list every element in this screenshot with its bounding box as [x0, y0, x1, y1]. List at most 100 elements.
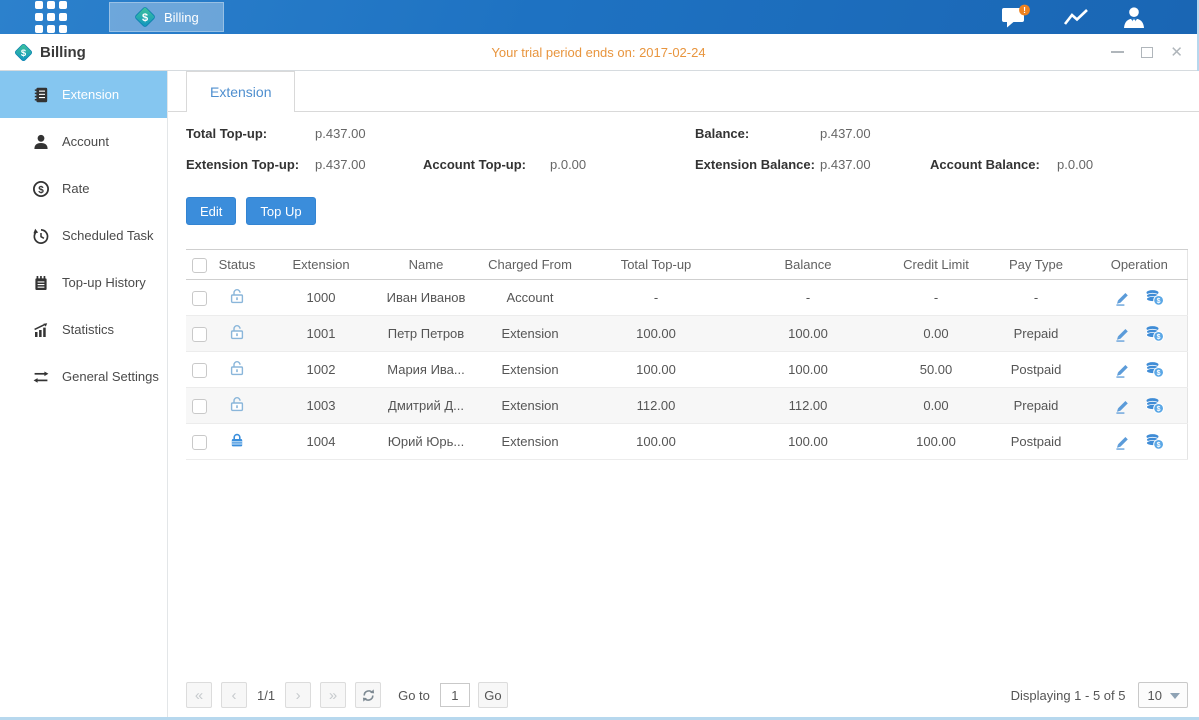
- page-size-select[interactable]: 10: [1138, 682, 1188, 708]
- chat-icon[interactable]: !: [1001, 4, 1031, 30]
- topup-icon[interactable]: $: [1145, 361, 1164, 378]
- lock-open-icon: [229, 396, 245, 412]
- svg-text:$: $: [142, 12, 148, 24]
- goto-label: Go to: [398, 688, 430, 703]
- row-checkbox[interactable]: [192, 399, 207, 414]
- col-charged-from[interactable]: Charged From: [472, 250, 588, 280]
- chart-icon[interactable]: [1063, 6, 1089, 28]
- edit-icon[interactable]: [1114, 325, 1131, 342]
- billing-titlebar-icon: $: [14, 43, 33, 62]
- edit-icon[interactable]: [1114, 289, 1131, 306]
- last-page-button[interactable]: »: [320, 682, 346, 708]
- sidebar-item-label: Account: [62, 134, 109, 149]
- col-pay-type[interactable]: Pay Type: [980, 250, 1092, 280]
- prev-page-button[interactable]: ‹: [221, 682, 247, 708]
- topup-icon[interactable]: $: [1145, 397, 1164, 414]
- cell-extension: 1000: [262, 280, 380, 316]
- next-page-button[interactable]: ›: [285, 682, 311, 708]
- account-balance-label: Account Balance:: [930, 157, 1040, 172]
- cell-extension: 1001: [262, 316, 380, 352]
- sidebar: Extension Account $ Rate Scheduled Task: [0, 71, 168, 717]
- sidebar-item-account[interactable]: Account: [0, 118, 167, 165]
- refresh-button[interactable]: [355, 682, 381, 708]
- maximize-button[interactable]: [1141, 47, 1153, 58]
- edit-button[interactable]: Edit: [186, 197, 236, 225]
- cell-balance: 100.00: [724, 352, 892, 388]
- extension-icon: [32, 86, 50, 104]
- topup-icon[interactable]: $: [1145, 289, 1164, 306]
- tab-strip: Extension: [168, 71, 1199, 112]
- svg-text:$: $: [1157, 442, 1161, 449]
- col-balance[interactable]: Balance: [724, 250, 892, 280]
- balance-summary: Total Top-up: p.437.00 Balance: p.437.00…: [186, 122, 1188, 188]
- app-tab-label: Billing: [164, 10, 199, 25]
- billing-app-tab[interactable]: $ Billing: [109, 2, 224, 32]
- topup-icon[interactable]: $: [1145, 325, 1164, 342]
- displaying-text: Displaying 1 - 5 of 5: [1011, 688, 1126, 703]
- cell-balance: -: [724, 280, 892, 316]
- row-checkbox[interactable]: [192, 291, 207, 306]
- svg-text:$: $: [38, 185, 44, 196]
- svg-text:$: $: [1157, 406, 1161, 413]
- sidebar-item-general-settings[interactable]: General Settings: [0, 353, 167, 400]
- sidebar-item-extension[interactable]: Extension: [0, 71, 167, 118]
- sidebar-item-statistics[interactable]: Statistics: [0, 306, 167, 353]
- user-icon[interactable]: [1121, 6, 1147, 28]
- top-app-bar: $ Billing !: [0, 0, 1197, 34]
- sidebar-item-label: Rate: [62, 181, 89, 196]
- refresh-icon: [361, 688, 376, 703]
- goto-page-input[interactable]: [440, 683, 470, 707]
- lock-open-icon: [229, 360, 245, 376]
- balance-value: p.437.00: [820, 126, 871, 141]
- edit-icon[interactable]: [1114, 361, 1131, 378]
- row-checkbox[interactable]: [192, 363, 207, 378]
- sidebar-item-topup-history[interactable]: Top-up History: [0, 259, 167, 306]
- cell-charged-from: Extension: [472, 424, 588, 460]
- svg-text:!: !: [1023, 5, 1026, 15]
- cell-total-topup: 100.00: [588, 424, 724, 460]
- app-grid-icon[interactable]: [35, 1, 67, 33]
- col-total-topup[interactable]: Total Top-up: [588, 250, 724, 280]
- scheduled-task-icon: [32, 227, 50, 245]
- svg-text:$: $: [1157, 298, 1161, 305]
- col-operation[interactable]: Operation: [1092, 250, 1187, 280]
- cell-charged-from: Extension: [472, 316, 588, 352]
- select-all-checkbox[interactable]: [192, 258, 207, 273]
- go-button[interactable]: Go: [478, 682, 508, 708]
- edit-icon[interactable]: [1114, 397, 1131, 414]
- lock-closed-icon: [229, 432, 245, 448]
- sidebar-item-label: Scheduled Task: [62, 228, 154, 243]
- cell-balance: 112.00: [724, 388, 892, 424]
- cell-credit-limit: 100.00: [892, 424, 980, 460]
- close-button[interactable]: ✕: [1170, 45, 1183, 60]
- row-checkbox[interactable]: [192, 327, 207, 342]
- cell-extension: 1004: [262, 424, 380, 460]
- edit-icon[interactable]: [1114, 433, 1131, 450]
- cell-credit-limit: 0.00: [892, 388, 980, 424]
- first-page-button[interactable]: «: [186, 682, 212, 708]
- topup-icon[interactable]: $: [1145, 433, 1164, 450]
- cell-charged-from: Extension: [472, 388, 588, 424]
- cell-charged-from: Account: [472, 280, 588, 316]
- sidebar-item-scheduled-task[interactable]: Scheduled Task: [0, 212, 167, 259]
- minimize-button[interactable]: [1111, 51, 1124, 53]
- svg-text:$: $: [21, 48, 27, 59]
- cell-name: Юрий Юрь...: [380, 424, 472, 460]
- col-name[interactable]: Name: [380, 250, 472, 280]
- sidebar-item-rate[interactable]: $ Rate: [0, 165, 167, 212]
- cell-name: Мария Ива...: [380, 352, 472, 388]
- total-topup-value: p.437.00: [315, 126, 366, 141]
- table-row: 1002 Мария Ива... Extension 100.00 100.0…: [186, 352, 1187, 388]
- balance-label: Balance:: [695, 126, 749, 141]
- tab-extension[interactable]: Extension: [186, 71, 295, 112]
- col-credit-limit[interactable]: Credit Limit: [892, 250, 980, 280]
- topup-history-icon: [32, 274, 50, 292]
- row-checkbox[interactable]: [192, 435, 207, 450]
- cell-pay-type: Prepaid: [980, 388, 1092, 424]
- window-title: Billing: [40, 44, 86, 61]
- col-extension[interactable]: Extension: [262, 250, 380, 280]
- table-row: 1003 Дмитрий Д... Extension 112.00 112.0…: [186, 388, 1187, 424]
- col-status[interactable]: Status: [212, 250, 262, 280]
- table-row: 1004 Юрий Юрь... Extension 100.00 100.00…: [186, 424, 1187, 460]
- topup-button[interactable]: Top Up: [246, 197, 315, 225]
